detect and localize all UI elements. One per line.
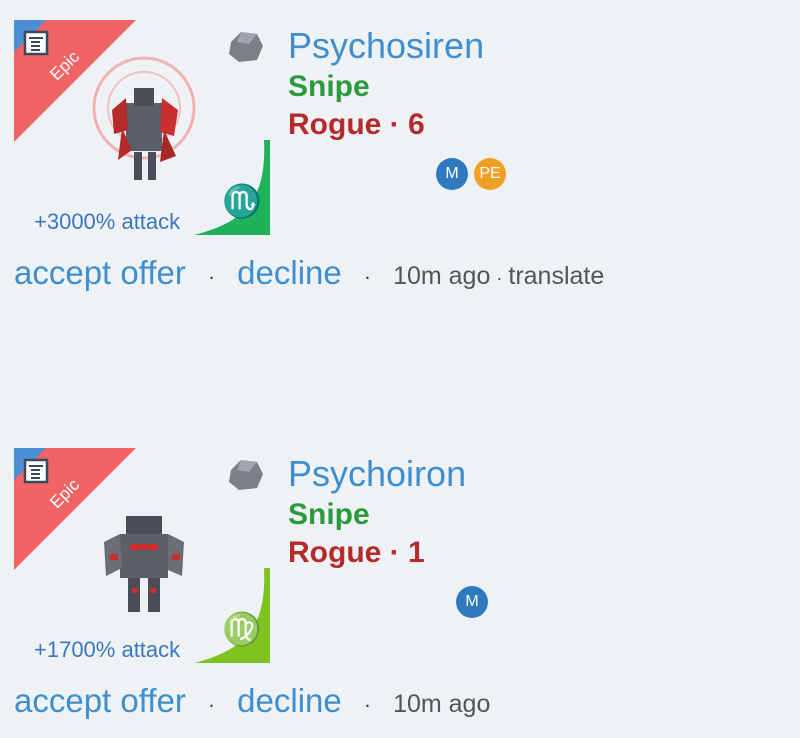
offer-actions: accept offer · decline · 10m ago [14,682,490,720]
hero-name: Psychoiron [288,453,467,494]
offer-actions: accept offer · decline · 10m ago · trans… [14,254,604,292]
offer-card: Epic +1700% attack ♍ Psychoiron Snipe Ro… [0,428,800,728]
separator-dot: · [363,264,372,289]
offer-card: Epic +3000% attack ♏ Psychosiren Snipe R… [0,0,800,300]
timestamp: 10m ago [393,262,491,290]
hero-class-level: Rogue · 1 [288,536,425,570]
ore-rock-icon [229,460,263,490]
separator-dot: · [207,264,216,289]
zodiac-scorpio-icon: ♏ [222,183,262,219]
hero-class: Rogue [288,108,382,141]
pe-badge: PE [474,158,506,190]
badge-row: M [456,586,488,618]
calendar-icon [22,28,52,56]
attack-bonus: +1700% attack [34,637,181,662]
accept-offer-link[interactable]: accept offer [14,682,186,720]
hero-level: 1 [408,536,425,569]
separator-dot: · [363,692,372,717]
ore-rock-icon [229,32,263,62]
hero-class-level: Rogue · 6 [288,108,425,142]
hero-name: Psychosiren [288,25,485,66]
translate-link[interactable]: translate [508,262,604,291]
mod-badge: M [436,158,468,190]
decline-link[interactable]: decline [237,682,342,720]
hero-type: Snipe [288,70,370,103]
class-separator: · [389,536,400,569]
hero-type: Snipe [288,498,370,531]
separator-dot: · [207,692,216,717]
hero-portrait [104,516,184,612]
accept-offer-link[interactable]: accept offer [14,254,186,292]
hero-class: Rogue [288,536,382,569]
hero-level: 6 [408,108,425,141]
calendar-icon [22,456,52,484]
decline-link[interactable]: decline [237,254,342,292]
timestamp: 10m ago [393,690,491,718]
separator-dot: · [496,268,503,288]
badge-row: M PE [436,158,506,190]
zodiac-virgo-icon: ♍ [222,611,262,647]
class-separator: · [389,108,400,141]
attack-bonus: +3000% attack [34,209,181,234]
hero-portrait [92,56,196,180]
mod-badge: M [456,586,488,618]
